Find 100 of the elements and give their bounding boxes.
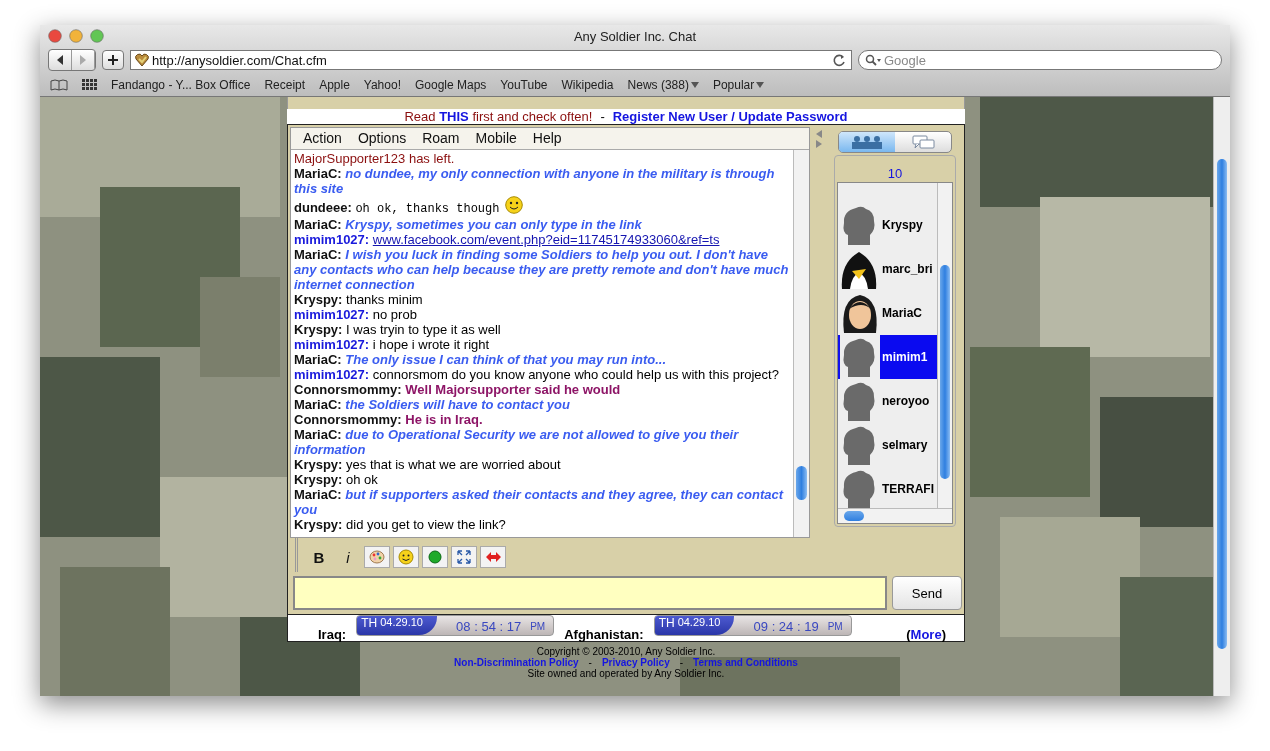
chat-message: Connorsmommy: He is in Iraq. [294,412,484,427]
separator-text: - [679,657,684,668]
send-button[interactable]: Send [892,576,962,610]
this-link[interactable]: THIS [439,109,469,124]
chat-message: MariaC: no dundee, my only connection with anyone in the military is through this site [294,166,776,196]
bookmark-item[interactable]: Receipt [264,77,306,92]
menu-item[interactable]: Help [524,128,570,149]
smiley-icon [505,196,524,214]
dropdown-arrow-icon [690,81,699,88]
register-link[interactable]: Register New User / Update Password [612,109,848,124]
status-button[interactable] [422,546,448,568]
zoom-button[interactable] [90,29,104,43]
chat-link[interactable]: www.facebook.com/event.php?eid=11745174933060&ref=ts [372,232,720,247]
user-list-item[interactable]: TERRAFI [838,467,937,508]
chat-message: MajorSupporter123 has left. [294,151,456,166]
bookmark-item[interactable]: Google Maps [415,77,487,92]
clock-day: TH [658,615,675,630]
plus-icon [107,54,119,66]
menu-item[interactable]: Action [295,128,350,149]
user-list-item[interactable]: selmary [838,423,937,467]
chat-message: mimim1027: i hope i wrote it right [294,337,491,352]
scrollbar[interactable] [838,508,952,523]
chat-message: MariaC: the Soldiers will have to contact you [294,397,571,412]
clock-date: 04.29.10 [677,615,721,628]
user-list-item[interactable]: MariaC [838,291,937,335]
user-list-item[interactable]: Kryspy [838,203,937,247]
menu-item[interactable]: Roam [414,128,468,149]
bookmark-item[interactable]: Apple [319,77,350,92]
menu-item[interactable]: Options [349,128,415,149]
arrows-icon [484,549,502,565]
user-list-item[interactable]: neroyoo [838,379,937,423]
clock-ampm: PM [827,620,843,632]
reload-icon[interactable] [833,53,847,67]
bookmark-item[interactable]: News (388) [627,77,699,92]
chat-message: mimim1027: connorsmom do you know anyone who could help us with this project? [294,367,780,382]
more-link[interactable]: More [910,626,942,642]
chat-message: MariaC: Kryspy, sometimes you can only type in the link [294,217,643,232]
message-input[interactable] [293,576,887,610]
fullscreen-button[interactable] [451,546,477,568]
copyright-text: Copyright © 2003-2010, Any Soldier Inc. [536,646,716,657]
collapse-arrow-icon[interactable] [816,130,822,138]
speech-bubbles-icon [911,135,935,149]
chat-message: mimim1027: www.facebook.com/event.php?eid=11745174933060&ref=ts [294,232,721,247]
chat-message: Kryspy: did you get to view the link? [294,517,507,532]
scrollbar[interactable] [793,150,809,537]
chat-message: MariaC: The only issue I can think of that you may run into... [294,352,667,367]
more-text: (More) [906,625,946,642]
chat-message: MariaC: but if supporters asked their contacts and they agree, they can contact you [294,487,785,517]
dropdown-arrow-icon [756,81,765,88]
chat-message: MariaC: I wish you luck in finding some Soldiers to help you out. I don't have any contacts who can help because they are pretty remote and don't have much internet connection [294,247,790,292]
clock-label: Iraq: [318,625,347,642]
users-tab[interactable] [839,132,895,152]
chat-message: Connorsmommy: Well Majorsupporter said he would [294,382,622,397]
chat-message: dundeee: oh ok, thanks though [294,196,790,217]
color-button[interactable] [364,546,390,568]
chat-message: Kryspy: yes that is what we are worried about [294,457,562,472]
address-field[interactable]: http://anysoldier.com/Chat.cfm [130,50,852,70]
book-icon[interactable] [50,77,68,92]
close-button[interactable] [48,29,62,43]
search-field[interactable]: Google [858,50,1222,70]
italic-button[interactable]: i [335,548,361,566]
bold-button[interactable]: B [306,548,332,566]
clock-ampm: PM [530,620,546,632]
user-count: 10 [886,166,904,182]
chat-message: Kryspy: oh ok [294,472,379,487]
window-title: Any Soldier Inc. Chat [573,28,697,44]
notice-text: Read THIS first and check often! [404,109,593,124]
view-switcher[interactable] [838,131,952,153]
search-icon[interactable] [865,54,881,66]
bookmark-item[interactable]: Popular [712,77,765,92]
chat-message: Kryspy: I was tryin to type it as well [294,322,502,337]
expand-icon [455,549,473,565]
smiley-icon [397,549,415,565]
chat-message: Kryspy: thanks minim [294,292,424,307]
circle-icon [426,549,444,565]
separator-text: - [600,109,605,124]
bookmark-item[interactable]: Wikipedia [561,77,614,92]
owner-text: Site owned and operated by Any Soldier Inc. [527,668,725,679]
clock-time: 09 : 24 : 19 [753,618,819,634]
user-list-item[interactable]: marc_bri [838,247,937,291]
scrollbar[interactable] [1213,97,1230,696]
clock-day: TH [361,615,378,630]
clock-date: 04.29.10 [380,615,423,628]
palette-icon [368,549,386,565]
chat-message: MariaC: due to Operational Security we are not allowed to give you their information [294,427,740,457]
menu-item[interactable]: Mobile [467,128,525,149]
clock-time: 08 : 54 : 17 [456,618,522,634]
grid-icon[interactable] [82,79,97,90]
bookmark-item[interactable]: Yahoo! [363,77,401,92]
expand-arrow-icon[interactable] [816,140,822,148]
swap-button[interactable] [480,546,506,568]
clock-label: Afghanistan: [564,625,644,642]
emoticon-button[interactable] [393,546,419,568]
add-bookmark-button[interactable] [102,50,124,70]
separator-text: - [588,657,592,668]
bookmark-item[interactable]: Fandango - Y... Box Office [111,77,251,92]
people-icon [851,135,883,149]
bookmark-item[interactable]: YouTube [500,77,548,92]
minimize-button[interactable] [69,29,83,43]
scrollbar[interactable] [937,183,952,508]
